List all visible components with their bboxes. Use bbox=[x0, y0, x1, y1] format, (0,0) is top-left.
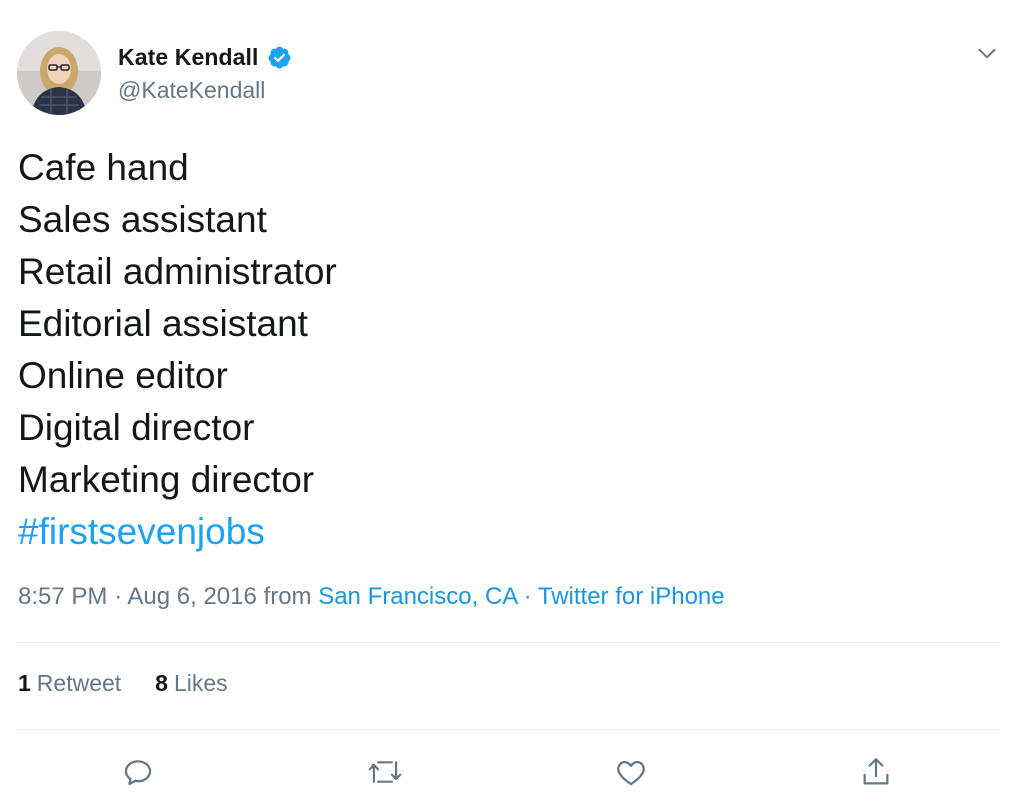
tweet-card: Kate Kendall @KateKendall Cafe hand Sale… bbox=[0, 0, 1014, 810]
meta-separator: · bbox=[114, 583, 123, 610]
retweets-count: 1 bbox=[18, 670, 31, 696]
likes-count: 8 bbox=[155, 670, 168, 696]
share-icon[interactable] bbox=[856, 752, 896, 792]
avatar[interactable] bbox=[17, 31, 101, 115]
verified-badge-icon bbox=[267, 45, 292, 70]
tweet-line: Cafe hand bbox=[18, 147, 189, 188]
tweet-metadata: 8:57 PM · Aug 6, 2016 from San Francisco… bbox=[18, 583, 725, 611]
tweet-line: Sales assistant bbox=[18, 199, 267, 240]
author-name-row[interactable]: Kate Kendall bbox=[118, 42, 292, 72]
reply-icon[interactable] bbox=[118, 752, 158, 792]
retweets-label: Retweet bbox=[36, 670, 122, 696]
retweets-stat[interactable]: 1 Retweet bbox=[18, 670, 121, 697]
divider bbox=[17, 642, 999, 643]
location-link[interactable]: San Francisco, CA bbox=[318, 583, 517, 610]
from-label: from bbox=[263, 583, 312, 610]
tweet-line: Retail administrator bbox=[18, 251, 337, 292]
hashtag-link[interactable]: #firstsevenjobs bbox=[18, 511, 265, 552]
author-handle[interactable]: @KateKendall bbox=[118, 77, 265, 104]
source-link[interactable]: Twitter for iPhone bbox=[538, 583, 725, 610]
meta-separator: · bbox=[523, 583, 532, 610]
tweet-line: Digital director bbox=[18, 407, 255, 448]
author-display-name[interactable]: Kate Kendall bbox=[118, 44, 259, 71]
tweet-stats: 1 Retweet 8 Likes bbox=[18, 670, 262, 697]
retweet-icon[interactable] bbox=[365, 752, 405, 792]
tweet-line: Editorial assistant bbox=[18, 303, 308, 344]
likes-stat[interactable]: 8 Likes bbox=[155, 670, 228, 697]
tweet-date[interactable]: Aug 6, 2016 bbox=[127, 583, 256, 610]
tweet-line: Marketing director bbox=[18, 459, 315, 500]
tweet-text: Cafe hand Sales assistant Retail adminis… bbox=[18, 142, 337, 558]
heart-icon[interactable] bbox=[611, 752, 651, 792]
likes-label: Likes bbox=[173, 670, 228, 696]
tweet-actions bbox=[0, 752, 1014, 792]
tweet-time[interactable]: 8:57 PM bbox=[18, 583, 107, 610]
chevron-down-icon[interactable] bbox=[974, 40, 1000, 66]
tweet-line: Online editor bbox=[18, 355, 228, 396]
divider bbox=[17, 729, 999, 730]
